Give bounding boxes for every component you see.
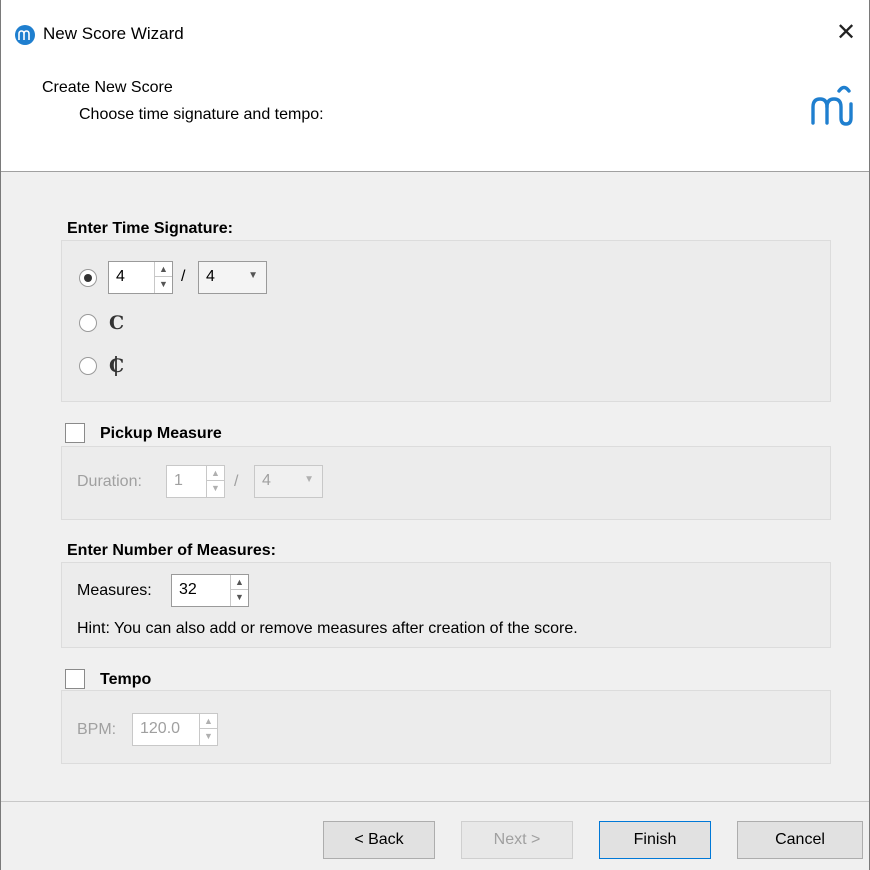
chevron-down-icon: ▼ bbox=[304, 474, 314, 485]
bpm-value: 120.0 bbox=[140, 720, 181, 737]
spin-down-icon[interactable]: ▼ bbox=[231, 590, 248, 605]
denominator-value: 4 bbox=[206, 268, 215, 285]
common-time-icon: C bbox=[109, 313, 124, 333]
page-title: Create New Score bbox=[42, 79, 173, 96]
measures-group-title: Enter Number of Measures: bbox=[67, 542, 276, 559]
time-signature-denominator-select[interactable]: 4 ▼ bbox=[198, 261, 267, 294]
window-title: New Score Wizard bbox=[43, 24, 184, 43]
spin-up-icon[interactable]: ▲ bbox=[231, 575, 248, 590]
duration-label: Duration: bbox=[77, 473, 142, 490]
spin-down-icon[interactable]: ▼ bbox=[155, 277, 172, 292]
pickup-measure-checkbox[interactable] bbox=[65, 423, 85, 443]
footer-divider bbox=[1, 801, 869, 802]
measures-hint: Hint: You can also add or remove measure… bbox=[77, 620, 578, 637]
numerator-value: 4 bbox=[116, 268, 125, 285]
measures-value: 32 bbox=[179, 581, 197, 598]
cut-time-icon: C bbox=[109, 355, 124, 377]
svg-text:C: C bbox=[109, 313, 124, 333]
tempo-group-title: Tempo bbox=[100, 671, 152, 688]
title-bar: New Score Wizard ✕ bbox=[1, 0, 869, 66]
bpm-label: BPM: bbox=[77, 721, 117, 738]
close-icon[interactable]: ✕ bbox=[831, 18, 861, 48]
tempo-checkbox[interactable] bbox=[65, 669, 85, 689]
measures-label: Measures: bbox=[77, 582, 152, 599]
finish-button[interactable]: Finish bbox=[599, 821, 711, 859]
fraction-slash: / bbox=[181, 268, 186, 285]
bpm-spinbox[interactable]: 120.0 ▲ ▼ bbox=[132, 713, 218, 746]
next-button[interactable]: Next > bbox=[461, 821, 573, 859]
measures-spinbox[interactable]: 32 ▲ ▼ bbox=[171, 574, 249, 607]
chevron-down-icon: ▼ bbox=[248, 270, 258, 281]
pickup-numerator-spinbox[interactable]: 1 ▲ ▼ bbox=[166, 465, 225, 498]
wizard-header: Create New Score Choose time signature a… bbox=[1, 66, 869, 172]
pickup-numerator-value: 1 bbox=[174, 472, 183, 489]
musescore-app-icon bbox=[15, 25, 35, 45]
spin-down-icon[interactable]: ▼ bbox=[200, 729, 217, 744]
musescore-logo-icon bbox=[811, 85, 853, 126]
wizard-window: New Score Wizard ✕ Create New Score Choo… bbox=[0, 0, 870, 870]
pickup-measure-group-title: Pickup Measure bbox=[100, 425, 222, 442]
time-signature-numerator-spinbox[interactable]: 4 ▲ ▼ bbox=[108, 261, 173, 294]
spin-down-icon[interactable]: ▼ bbox=[207, 481, 224, 496]
time-signature-numeric-radio[interactable] bbox=[79, 269, 97, 287]
spin-up-icon[interactable]: ▲ bbox=[207, 466, 224, 481]
fraction-slash: / bbox=[234, 473, 239, 490]
spin-up-icon[interactable]: ▲ bbox=[200, 714, 217, 729]
pickup-denominator-select[interactable]: 4 ▼ bbox=[254, 465, 323, 498]
pickup-denominator-value: 4 bbox=[262, 472, 271, 489]
cancel-button[interactable]: Cancel bbox=[737, 821, 863, 859]
time-signature-group bbox=[61, 240, 831, 402]
back-button[interactable]: < Back bbox=[323, 821, 435, 859]
spin-up-icon[interactable]: ▲ bbox=[155, 262, 172, 277]
page-subtitle: Choose time signature and tempo: bbox=[79, 106, 324, 123]
common-time-radio[interactable] bbox=[79, 314, 97, 332]
time-signature-group-title: Enter Time Signature: bbox=[67, 220, 233, 237]
cut-time-radio[interactable] bbox=[79, 357, 97, 375]
